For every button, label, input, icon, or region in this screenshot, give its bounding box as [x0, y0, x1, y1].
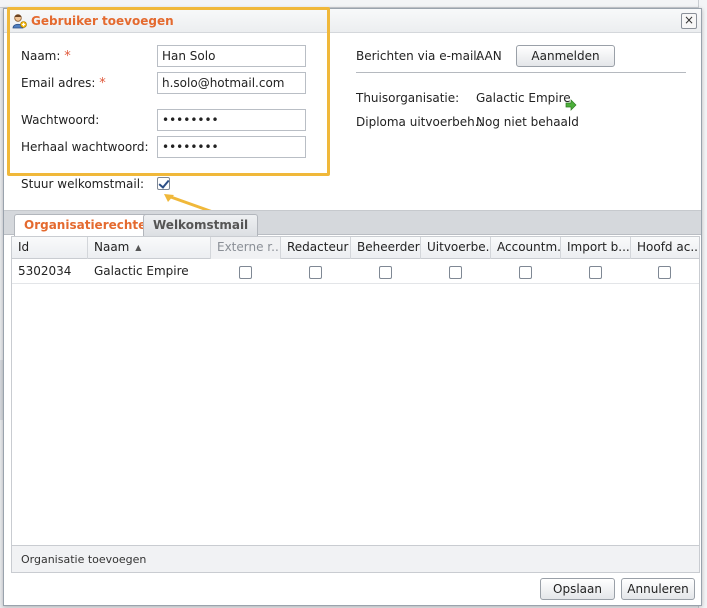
diploma-value: Nog niet behaald [476, 115, 579, 129]
password-input[interactable] [157, 109, 306, 131]
welcome-mail-checkbox[interactable] [157, 177, 170, 190]
diploma-label: Diploma uitvoerbeh.: [356, 115, 483, 129]
add-organisation-link[interactable]: Organisatie toevoegen [21, 553, 146, 566]
column-header-id[interactable]: Id [12, 237, 88, 259]
grid-header: Id Naam ▲ Externe r... Redacteur Beheerd… [12, 237, 699, 259]
cell-naam: Galactic Empire [94, 264, 189, 278]
cell-checkbox-redacteur[interactable] [309, 266, 322, 279]
cell-checkbox-beheerder[interactable] [379, 266, 392, 279]
column-header-redacteur[interactable]: Redacteur [281, 237, 351, 259]
table-row[interactable]: 5302034 Galactic Empire [12, 260, 699, 284]
email-label-text: Email adres: [21, 76, 96, 90]
subscribe-button[interactable]: Aanmelden [516, 45, 615, 67]
name-label-text: Naam: [21, 49, 61, 63]
name-label: Naam: * [21, 49, 71, 64]
welcome-mail-label: Stuur welkomstmail: [21, 177, 145, 191]
column-header-import[interactable]: Import b... [561, 237, 631, 259]
column-header-hoofd[interactable]: Hoofd ac... [631, 237, 699, 259]
save-button[interactable]: Opslaan [540, 578, 615, 600]
cell-checkbox-uitvoerbe[interactable] [449, 266, 462, 279]
arrow-right-icon[interactable] [565, 99, 577, 111]
grid-footer: Organisatie toevoegen [11, 546, 700, 573]
tab-welkomstmail[interactable]: Welkomstmail [143, 214, 259, 236]
cell-checkbox-hoofd[interactable] [658, 266, 671, 279]
dialog-title: Gebruiker toevoegen [31, 14, 174, 28]
dialog-titlebar: Gebruiker toevoegen × [4, 9, 701, 33]
column-header-beheerder[interactable]: Beheerder [351, 237, 421, 259]
tab-strip: Organisatierechten Welkomstmail [4, 210, 701, 237]
cell-checkbox-externe[interactable] [239, 266, 252, 279]
email-messages-label: Berichten via e-mail: [356, 49, 481, 63]
add-user-dialog: Gebruiker toevoegen × Naam: * Email adre… [3, 7, 702, 606]
column-header-naam-label: Naam [94, 240, 130, 254]
name-input[interactable] [157, 45, 306, 67]
cell-checkbox-accountm[interactable] [519, 266, 532, 279]
repeat-password-input[interactable] [157, 136, 306, 158]
repeat-password-label: Herhaal wachtwoord: [21, 140, 149, 154]
required-marker: * [99, 76, 106, 91]
info-divider [356, 72, 686, 73]
column-header-accountm[interactable]: Accountm... [491, 237, 561, 259]
sort-asc-icon: ▲ [135, 243, 142, 252]
required-marker: * [64, 49, 71, 64]
cell-id: 5302034 [18, 264, 72, 278]
rights-grid: Id Naam ▲ Externe r... Redacteur Beheerd… [11, 236, 700, 546]
user-add-icon [12, 14, 27, 29]
column-header-naam[interactable]: Naam ▲ [88, 237, 211, 259]
email-messages-value: AAN [476, 49, 502, 63]
background-app-header [0, 0, 707, 8]
cancel-button[interactable]: Annuleren [621, 578, 695, 600]
column-header-externe[interactable]: Externe r... [211, 237, 281, 259]
email-input[interactable] [157, 72, 306, 94]
cell-checkbox-import[interactable] [589, 266, 602, 279]
column-header-uitvoerbe[interactable]: Uitvoerbe... [421, 237, 491, 259]
home-org-label: Thuisorganisatie: [356, 91, 460, 105]
email-label: Email adres: * [21, 76, 106, 91]
home-org-value[interactable]: Galactic Empire [476, 91, 571, 105]
password-label: Wachtwoord: [21, 113, 100, 127]
close-button[interactable]: × [681, 13, 697, 29]
